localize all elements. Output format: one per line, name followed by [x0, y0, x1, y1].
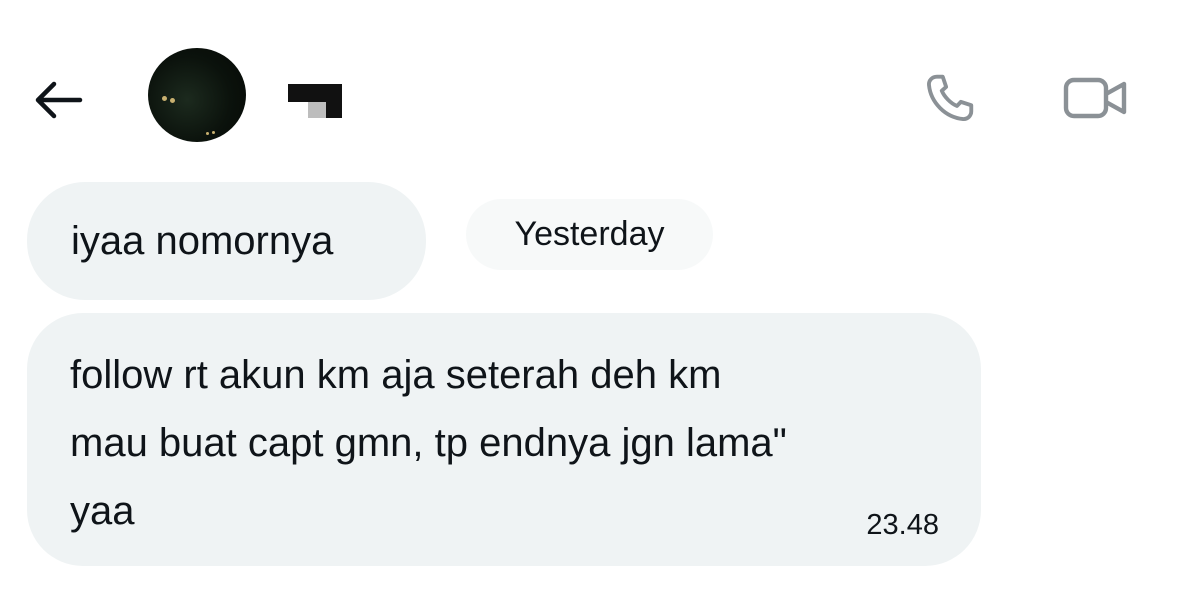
back-button[interactable]	[28, 72, 88, 128]
message-text: iyaa nomornya	[71, 219, 334, 263]
video-call-button[interactable]	[1056, 66, 1136, 130]
avatar-light	[170, 98, 175, 103]
contact-name-redacted[interactable]	[288, 84, 342, 120]
date-label: Yesterday	[514, 215, 665, 253]
redaction-block	[308, 102, 326, 118]
avatar[interactable]	[148, 48, 246, 142]
video-camera-icon	[1063, 77, 1127, 119]
message-bubble[interactable]: follow rt akun km aja seterah deh km mau…	[27, 313, 981, 566]
redaction-block	[288, 84, 342, 102]
dm-conversation-screen: iyaa nomornya Yesterday follow rt akun k…	[0, 0, 1179, 601]
avatar-light	[162, 96, 167, 101]
redaction-block	[326, 102, 342, 118]
message-text: follow rt akun km aja seterah deh km mau…	[70, 353, 787, 533]
phone-icon	[927, 74, 974, 121]
avatar-light	[206, 132, 209, 135]
date-separator: Yesterday	[466, 199, 713, 270]
message-timestamp: 23.48	[866, 509, 939, 541]
avatar-light	[212, 131, 215, 134]
message-bubble[interactable]: iyaa nomornya	[27, 182, 426, 300]
arrow-left-icon	[35, 81, 83, 119]
voice-call-button[interactable]	[916, 66, 984, 130]
